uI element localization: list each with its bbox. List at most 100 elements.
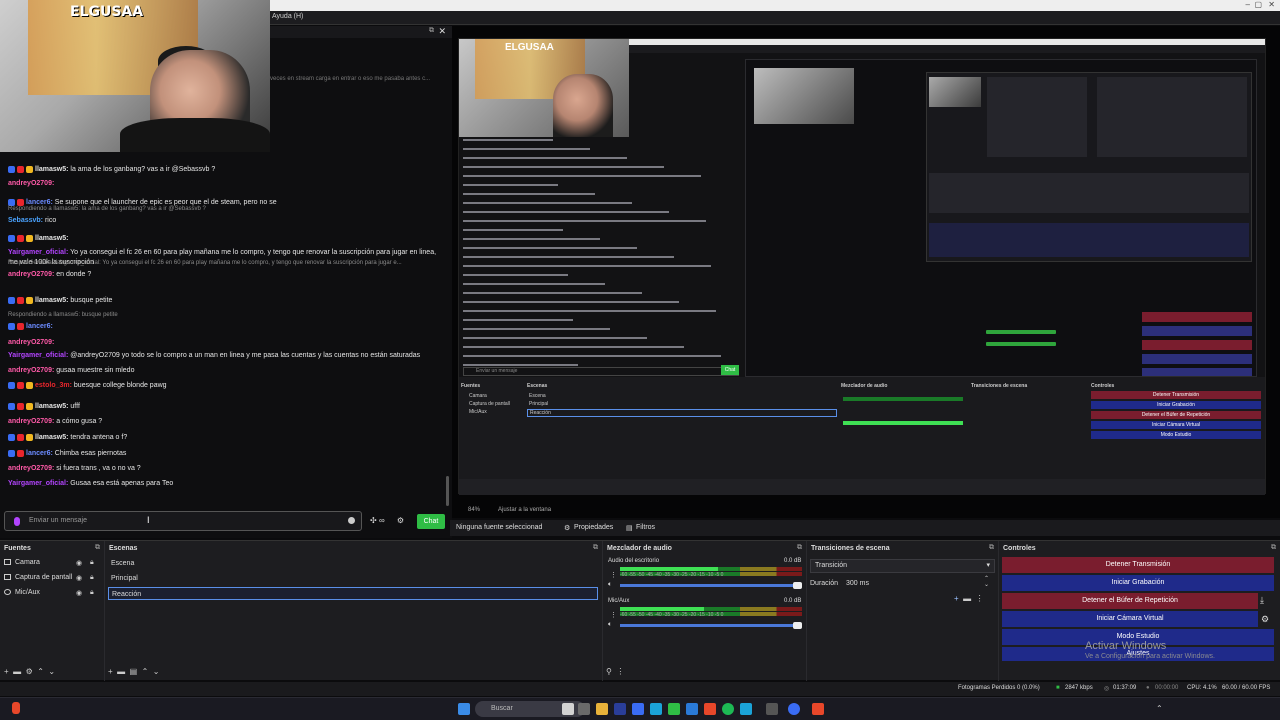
volume-slider[interactable] — [620, 622, 802, 629]
maximize-button[interactable]: ▢ — [1254, 0, 1262, 9]
chat-username[interactable]: llamasw5: — [35, 434, 68, 441]
fit-to-window-dropdown[interactable]: Ajustar a la ventana — [498, 507, 551, 513]
gear-icon[interactable]: ⚙ — [1261, 614, 1269, 625]
app-icon[interactable] — [788, 703, 800, 715]
chat-username[interactable]: Yairgamer_oficial: — [8, 480, 68, 487]
mic-icon[interactable] — [14, 517, 20, 526]
stepper-icon[interactable]: ⌃ ⌄ — [984, 576, 989, 588]
app-icon[interactable] — [632, 703, 644, 715]
windows-start-icon[interactable] — [458, 703, 470, 715]
kebab-icon[interactable]: ⋮ — [976, 594, 984, 603]
volume-slider-knob[interactable] — [793, 622, 802, 629]
stop-replay-buffer-button[interactable]: Detener el Búfer de Repetición — [1002, 593, 1258, 609]
chat-username[interactable]: llamasw5: — [35, 235, 68, 242]
trash-icon[interactable]: ▬ — [13, 667, 21, 676]
dock-float-icon[interactable]: ⧉ — [989, 544, 994, 552]
dock-float-icon[interactable]: ⧉ — [1271, 544, 1276, 552]
app-icon[interactable] — [686, 703, 698, 715]
chat-username[interactable]: lancer6: — [26, 323, 53, 330]
trash-icon[interactable]: ▬ — [117, 667, 125, 676]
scene-item-selected[interactable]: Reacción — [108, 587, 598, 600]
duration-input[interactable]: 300 ms — [846, 580, 869, 587]
edge-icon[interactable] — [650, 703, 662, 715]
lock-icon[interactable]: 🔒︎ — [90, 559, 94, 567]
brave-icon[interactable] — [704, 703, 716, 715]
dock-float-icon[interactable]: ⧉ — [797, 544, 802, 552]
task-view-icon[interactable] — [578, 703, 590, 715]
emote-picker-icon[interactable] — [348, 517, 355, 524]
down-icon[interactable]: ⌄ — [48, 667, 55, 676]
eye-icon[interactable]: ◉ — [76, 559, 82, 567]
up-icon[interactable]: ⌃ — [37, 667, 44, 676]
obs-app-icon[interactable] — [12, 702, 20, 714]
chat-username[interactable]: llamasw5: — [35, 403, 68, 410]
filter-icon[interactable]: ▤ — [130, 667, 138, 676]
start-recording-button[interactable]: Iniciar Grabación — [1002, 575, 1274, 591]
source-item[interactable]: Mic/Aux ◉ 🔒︎ — [4, 589, 94, 597]
save-replay-icon[interactable]: ⤓ — [1260, 595, 1264, 606]
kebab-icon[interactable]: ⋮ — [616, 667, 624, 676]
chat-username[interactable]: andreyO2709: — [8, 271, 54, 278]
dock-float-icon[interactable]: ⧉ — [593, 544, 598, 552]
app-icon[interactable] — [562, 703, 574, 715]
speaker-icon[interactable]: 🔈︎ — [608, 621, 612, 629]
chat-scrollbar[interactable] — [446, 476, 449, 506]
chat-username[interactable]: andreyO2709: — [8, 367, 54, 374]
add-icon[interactable]: + — [108, 667, 113, 676]
lock-icon[interactable]: 🔒︎ — [90, 574, 94, 582]
link-icon[interactable]: ⚲ — [606, 667, 612, 676]
transition-select[interactable]: Transición ▾ — [810, 559, 995, 573]
chat-input[interactable]: Enviar un mensaje — [4, 511, 362, 531]
xbox-icon[interactable] — [668, 703, 680, 715]
chat-username[interactable]: llamasw5: — [35, 297, 68, 304]
stop-streaming-button[interactable]: Detener Transmisión — [1002, 557, 1274, 573]
app-icon[interactable] — [740, 703, 752, 715]
scene-item[interactable]: Principal — [108, 572, 598, 585]
filters-button[interactable]: Filtros — [636, 524, 655, 531]
volume-slider[interactable] — [620, 582, 802, 589]
chat-username[interactable]: andreyO2709: — [8, 180, 54, 187]
chat-username[interactable]: andreyO2709: — [8, 465, 54, 472]
close-chat-icon[interactable]: ✕ — [438, 26, 446, 37]
add-icon[interactable]: + — [4, 667, 9, 676]
source-item[interactable]: Captura de pantall ◉ 🔒︎ — [4, 574, 94, 582]
start-virtual-camera-button[interactable]: Iniciar Cámara Virtual — [1002, 611, 1258, 627]
eye-icon[interactable]: ◉ — [76, 589, 82, 597]
kebab-icon[interactable]: ⋮ — [610, 571, 617, 579]
volume-slider-knob[interactable] — [793, 582, 802, 589]
chat-username[interactable]: andreyO2709: — [8, 418, 54, 425]
app-icon[interactable] — [812, 703, 824, 715]
chat-username[interactable]: andreyO2709: — [8, 339, 54, 346]
menu-help[interactable]: Ayuda (H) — [272, 13, 303, 20]
obs-taskbar-icon[interactable] — [766, 703, 778, 715]
gear-icon[interactable]: ⚙ — [26, 667, 33, 676]
popout-icon[interactable]: ⧉ — [429, 27, 434, 35]
chat-username[interactable]: estolo_3m: — [35, 382, 72, 389]
chat-username[interactable]: Yairgamer_oficial: — [8, 249, 68, 256]
chat-username[interactable]: Sebassvb: — [8, 217, 43, 224]
points-icon[interactable]: ✣ — [370, 516, 377, 525]
down-icon[interactable]: ⌄ — [153, 667, 160, 676]
infinity-icon[interactable]: ∞ — [379, 516, 385, 525]
file-explorer-icon[interactable] — [596, 703, 608, 715]
lock-icon[interactable]: 🔒︎ — [90, 589, 94, 597]
up-icon[interactable]: ⌃ — [142, 667, 149, 676]
source-item[interactable]: Camara ◉ 🔒︎ — [4, 559, 94, 567]
premiere-icon[interactable] — [614, 703, 626, 715]
scene-item[interactable]: Escena — [108, 557, 598, 570]
tray-chevron-icon[interactable]: ⌃ — [1156, 704, 1163, 713]
settings-icon[interactable]: ⚙ — [397, 516, 404, 525]
spotify-icon[interactable] — [722, 703, 734, 715]
add-icon[interactable]: + — [954, 594, 959, 603]
chat-username[interactable]: Yairgamer_oficial: — [8, 352, 68, 359]
chat-send-button[interactable]: Chat — [417, 514, 445, 529]
eye-icon[interactable]: ◉ — [76, 574, 82, 582]
trash-icon[interactable]: ▬ — [963, 594, 971, 603]
speaker-icon[interactable]: 🔈︎ — [608, 581, 612, 589]
kebab-icon[interactable]: ⋮ — [610, 611, 617, 619]
dock-float-icon[interactable]: ⧉ — [95, 544, 100, 552]
chat-username[interactable]: lancer6: — [26, 450, 53, 457]
minimize-button[interactable]: – — [1246, 0, 1250, 9]
chat-username[interactable]: lancer6: — [26, 199, 53, 206]
properties-button[interactable]: Propiedades — [574, 524, 613, 531]
